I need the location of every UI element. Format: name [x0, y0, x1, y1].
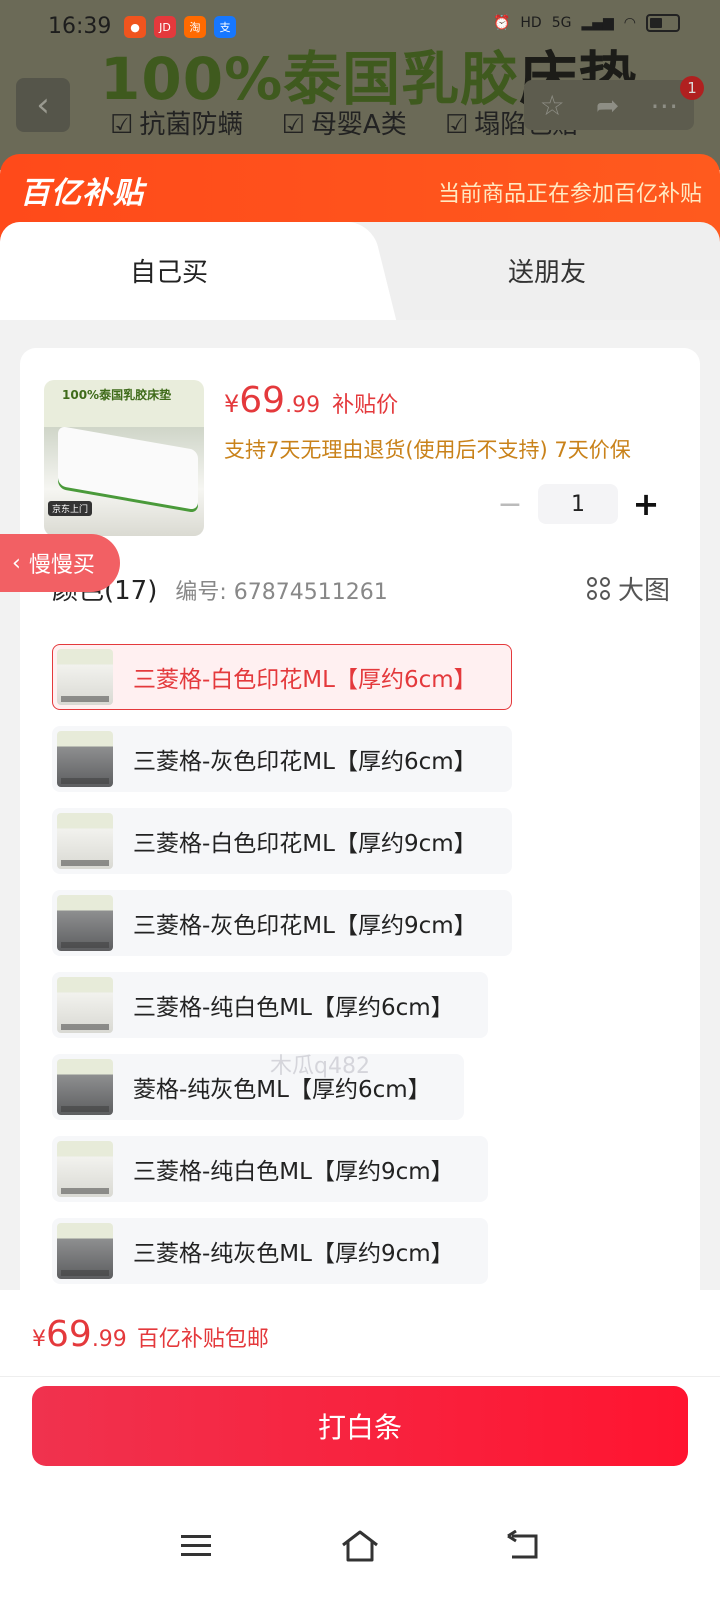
increase-button[interactable]: +: [626, 485, 666, 523]
spec-option[interactable]: 三菱格-纯白色ML【厚约6cm】: [52, 972, 488, 1038]
tomato-app-icon: ●: [124, 16, 146, 38]
slow-buy-tab[interactable]: ‹ 慢慢买: [0, 534, 120, 592]
product-code: 编号: 67874511261: [175, 580, 388, 605]
option-thumbnail: [57, 1223, 113, 1279]
status-app-icons: ● JD 淘支: [124, 16, 236, 38]
footer-divider: [0, 1376, 720, 1377]
price-currency: ¥: [224, 390, 240, 418]
spec-option[interactable]: 三菱格-灰色印花ML【厚约6cm】: [52, 726, 512, 792]
price-tag: 补贴价: [332, 393, 399, 418]
footer-price-currency: ¥: [32, 1327, 46, 1352]
back-button[interactable]: ‹: [16, 78, 70, 132]
option-label: 三菱格-白色印花ML【厚约9cm】: [133, 831, 477, 857]
spec-option[interactable]: 三菱格-纯灰色ML【厚约9cm】: [52, 1218, 488, 1284]
option-thumbnail: [57, 895, 113, 951]
option-thumbnail: [57, 1059, 113, 1115]
thumbnail-title: 100%泰国乳胶床垫: [62, 388, 172, 402]
more-icon[interactable]: ⋯: [650, 89, 678, 122]
back-icon[interactable]: [494, 1516, 554, 1576]
alarm-icon: ⏰: [492, 15, 511, 31]
buy-button[interactable]: 打白条: [32, 1386, 688, 1466]
share-icon[interactable]: ➦: [596, 89, 619, 122]
option-label: 三菱格-纯白色ML【厚约9cm】: [133, 1159, 454, 1185]
alipay-app-icon: 支: [214, 16, 236, 38]
system-nav-bar: [0, 1500, 720, 1600]
status-indicators: ⏰ HD 5G ▂▄▆ ◠: [493, 14, 680, 32]
purchase-sheet: 百亿补贴 当前商品正在参加百亿补贴 自己买 送朋友 100%泰国乳胶床垫 京东上…: [0, 154, 720, 1600]
chevron-left-icon: ‹: [12, 550, 21, 576]
subsidy-logo: 百亿补贴: [20, 176, 144, 211]
decrease-button[interactable]: −: [490, 487, 530, 522]
spec-option[interactable]: 三菱格-灰色印花ML【厚约9cm】: [52, 890, 512, 956]
option-label: 三菱格-灰色印花ML【厚约9cm】: [133, 913, 477, 939]
notification-badge: 1: [680, 76, 704, 100]
status-bar: 16:39 ● JD 淘支 ⏰ HD 5G ▂▄▆ ◠: [0, 0, 720, 56]
watermark: 木瓜q482: [270, 1054, 370, 1079]
network-indicator: 5G: [551, 15, 572, 31]
hd-indicator: HD: [520, 15, 542, 31]
slow-buy-label: 慢慢买: [28, 553, 95, 578]
price-decimal: .99: [285, 393, 321, 418]
feature-item: 母婴A类: [282, 110, 407, 140]
feature-item: 抗菌防螨: [110, 110, 243, 140]
tab-self-buy-label[interactable]: 自己买: [130, 252, 208, 289]
product-card: 100%泰国乳胶床垫 京东上门 ¥ 69 .99 补贴价 支持7天无理由退货(使…: [20, 348, 700, 1290]
chevron-left-icon: ‹: [36, 85, 50, 125]
option-thumbnail: [57, 1141, 113, 1197]
menu-icon[interactable]: [166, 1516, 226, 1576]
option-label: 三菱格-灰色印花ML【厚约6cm】: [133, 749, 477, 775]
option-thumbnail: [57, 977, 113, 1033]
option-thumbnail: [57, 813, 113, 869]
footer-price: ¥ 69 .99 百亿补贴包邮: [32, 1314, 269, 1355]
battery-icon: [646, 14, 680, 32]
option-label: 三菱格-纯白色ML【厚约6cm】: [133, 995, 454, 1021]
footer-price-integer: 69: [46, 1314, 92, 1355]
thumbnail-tag: 京东上门: [48, 501, 93, 516]
status-time: 16:39: [48, 14, 112, 39]
jd-app-icon: JD: [154, 16, 176, 38]
buy-mode-tabs: 自己买 送朋友: [0, 222, 720, 320]
subsidy-note: 当前商品正在参加百亿补贴: [437, 182, 702, 207]
mattress-illustration: [58, 425, 198, 511]
signal-icon: ▂▄▆: [581, 15, 614, 31]
product-thumbnail[interactable]: 100%泰国乳胶床垫 京东上门: [44, 380, 204, 536]
price-integer: 69: [239, 380, 286, 421]
taobao-app-icon: 淘: [184, 16, 206, 38]
spec-option[interactable]: 三菱格-白色印花ML【厚约6cm】: [52, 644, 512, 710]
wifi-icon: ◠: [623, 15, 636, 31]
quantity-field[interactable]: 1: [538, 484, 618, 524]
big-image-label: 大图: [617, 576, 670, 606]
return-policy: 支持7天无理由退货(使用后不支持) 7天价保: [224, 438, 631, 462]
star-icon[interactable]: ☆: [540, 89, 565, 122]
quantity-stepper: − 1 +: [490, 484, 666, 524]
option-thumbnail: [57, 649, 113, 705]
spec-option[interactable]: 菱格-纯灰色ML【厚约6cm】: [52, 1054, 464, 1120]
home-icon[interactable]: [330, 1516, 390, 1576]
footer-price-decimal: .99: [91, 1327, 127, 1352]
big-image-toggle[interactable]: 大图: [586, 570, 670, 607]
spec-option[interactable]: 三菱格-纯白色ML【厚约9cm】: [52, 1136, 488, 1202]
tab-gift-label[interactable]: 送朋友: [508, 252, 586, 289]
spec-option[interactable]: 三菱格-白色印花ML【厚约9cm】: [52, 808, 512, 874]
grid-icon: [586, 577, 610, 600]
checkout-footer: ¥ 69 .99 百亿补贴包邮 打白条: [0, 1290, 720, 1600]
option-label: 三菱格-纯灰色ML【厚约9cm】: [133, 1241, 454, 1267]
option-thumbnail: [57, 731, 113, 787]
top-actions: ☆ ➦ ⋯: [524, 80, 694, 130]
product-price: ¥ 69 .99 补贴价: [224, 380, 398, 421]
sheet-content: 100%泰国乳胶床垫 京东上门 ¥ 69 .99 补贴价 支持7天无理由退货(使…: [0, 320, 720, 1290]
option-label: 三菱格-白色印花ML【厚约6cm】: [133, 667, 477, 693]
footer-price-tag: 百亿补贴包邮: [136, 1327, 269, 1352]
